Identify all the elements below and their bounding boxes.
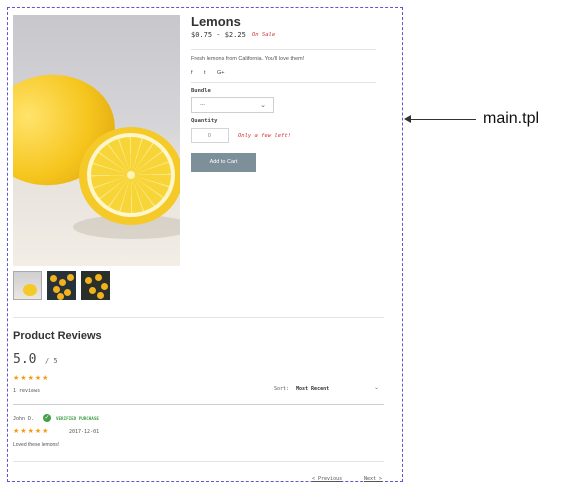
average-score: 5.0 [13,352,37,367]
score-max: / 5 [45,357,58,365]
divider [13,317,384,318]
sort-label: Sort: [274,386,290,392]
quantity-input[interactable]: 0 [191,128,229,143]
review-author: John D. [13,416,35,422]
product-title: Lemons [191,14,241,29]
google-plus-icon[interactable]: G+ [217,70,225,76]
divider [191,82,376,83]
star-icon: ★ [20,375,28,382]
verified-purchase-badge: VERIFIED PURCHASE [56,416,99,421]
reviews-heading: Product Reviews [13,330,102,342]
review-date: 2017-12-01 [69,429,100,435]
stock-warning: Only a few left! [238,133,291,139]
product-thumbnail-2[interactable] [47,271,76,300]
review-text: Loved these lemons! [13,442,60,448]
previous-page-link[interactable]: < Previous [312,476,342,482]
sale-badge: On Sale [252,32,276,38]
chevron-down-icon: ⌄ [260,102,266,109]
divider [191,49,376,50]
review-star-rating: ★★★★★ [13,427,49,435]
next-page-link[interactable]: Next > [364,476,382,482]
product-main-image[interactable] [13,15,180,266]
star-icon: ★ [20,428,28,435]
arrow-left-icon [404,115,411,123]
product-thumbnail-1[interactable] [13,271,42,300]
template-label: main.tpl [483,110,540,127]
twitter-icon[interactable]: t [204,70,206,76]
bundle-select[interactable]: --- ⌄ [191,97,274,113]
star-icon: ★ [42,428,50,435]
average-star-rating: ★★★★★ [13,374,49,382]
sort-select[interactable]: Most Recent [296,386,329,392]
divider [13,404,384,405]
add-to-cart-button[interactable]: Add to Cart [191,153,256,172]
bundle-label: Bundle [191,88,211,94]
star-icon: ★ [27,428,35,435]
product-thumbnail-3[interactable] [81,271,110,300]
product-price: $0.75 - $2.25 [191,31,246,39]
product-description: Fresh lemons from California. You'll lov… [191,56,305,62]
chevron-down-icon[interactable]: ⌄ [374,384,379,391]
bundle-selected-value: --- [200,102,205,108]
quantity-label: Quantity [191,118,218,124]
review-count: 1 reviews [13,388,41,394]
facebook-icon[interactable]: f [191,70,193,76]
star-icon: ★ [42,375,50,382]
divider [13,461,384,462]
callout-line [406,119,476,120]
star-icon: ★ [27,375,35,382]
quantity-value: 0 [208,133,211,139]
check-circle-icon: ✓ [43,414,51,422]
